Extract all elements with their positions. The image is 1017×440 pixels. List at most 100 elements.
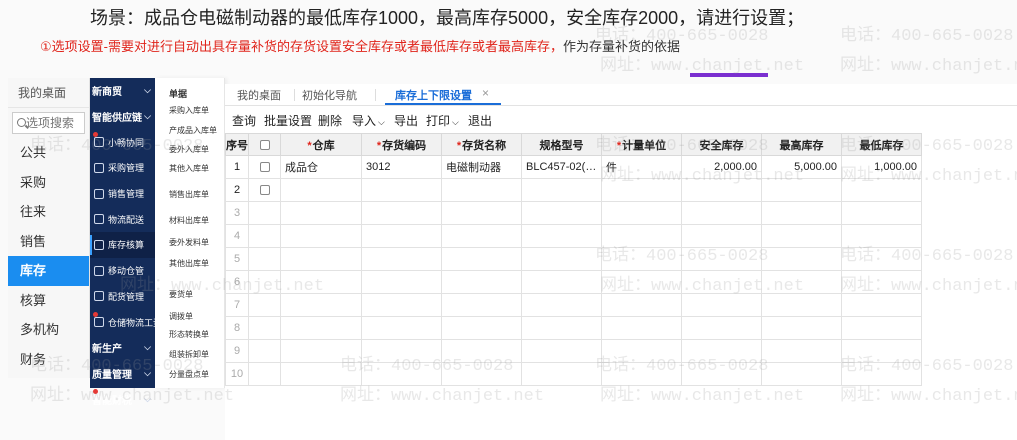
- sidebar-item[interactable]: 财务: [8, 345, 89, 375]
- cell-spec[interactable]: [521, 201, 602, 225]
- cell-code[interactable]: [361, 339, 442, 363]
- table-row[interactable]: 7: [225, 293, 922, 317]
- cell-spec[interactable]: BLC457-02(…: [521, 155, 602, 179]
- cell-name[interactable]: [441, 362, 522, 386]
- cell-code[interactable]: [361, 247, 442, 271]
- module-menu-item[interactable]: 智能供应链 ⌵: [90, 104, 155, 130]
- cell-min[interactable]: [841, 247, 922, 271]
- sidebar-item[interactable]: 多机构: [8, 315, 89, 345]
- cell-safety[interactable]: [681, 247, 762, 271]
- row-checkbox-cell[interactable]: [248, 178, 281, 202]
- batch-set-button[interactable]: 批量设置: [264, 112, 312, 129]
- sidebar-item[interactable]: 核算: [8, 286, 89, 316]
- cell-code[interactable]: [361, 316, 442, 340]
- module-menu-item[interactable]: 新商贸 ⌵: [90, 78, 155, 104]
- row-checkbox[interactable]: [259, 162, 270, 173]
- cell-min[interactable]: [841, 316, 922, 340]
- module-menu-item[interactable]: 质量管理 ⌵: [90, 361, 155, 387]
- print-button[interactable]: 打印 ⌵: [426, 112, 459, 129]
- exit-button[interactable]: 退出: [468, 112, 492, 129]
- cell-spec[interactable]: [521, 224, 602, 248]
- cell-name[interactable]: [441, 224, 522, 248]
- cell-warehouse[interactable]: [280, 201, 362, 225]
- cell-warehouse[interactable]: [280, 178, 362, 202]
- row-checkbox-cell[interactable]: [248, 270, 281, 294]
- sidebar-item[interactable]: 往来: [8, 197, 89, 227]
- sidebar-desk[interactable]: 我的桌面: [8, 78, 89, 108]
- cell-code[interactable]: [361, 178, 442, 202]
- module-menu-item[interactable]: 采购管理: [90, 155, 155, 181]
- cell-safety[interactable]: [681, 293, 762, 317]
- cell-name[interactable]: [441, 293, 522, 317]
- cell-unit[interactable]: [601, 316, 682, 340]
- cell-name[interactable]: [441, 339, 522, 363]
- cell-code[interactable]: 3012: [361, 155, 442, 179]
- table-row[interactable]: 6: [225, 270, 922, 294]
- row-checkbox-cell[interactable]: [248, 201, 281, 225]
- cell-min[interactable]: [841, 362, 922, 386]
- cell-spec[interactable]: [521, 339, 602, 363]
- cell-safety[interactable]: [681, 224, 762, 248]
- cell-name[interactable]: [441, 247, 522, 271]
- table-row[interactable]: 8: [225, 316, 922, 340]
- cell-name[interactable]: 电磁制动器: [441, 155, 522, 179]
- row-checkbox-cell[interactable]: [248, 293, 281, 317]
- row-checkbox[interactable]: [259, 185, 270, 196]
- delete-button[interactable]: 删除: [318, 112, 342, 129]
- submenu-item[interactable]: 要货单: [169, 289, 193, 300]
- cell-spec[interactable]: [521, 270, 602, 294]
- cell-unit[interactable]: [601, 293, 682, 317]
- cell-spec[interactable]: [521, 362, 602, 386]
- cell-unit[interactable]: [601, 178, 682, 202]
- table-row[interactable]: 3: [225, 201, 922, 225]
- row-checkbox-cell[interactable]: [248, 362, 281, 386]
- row-checkbox-cell[interactable]: [248, 224, 281, 248]
- cell-unit[interactable]: [601, 201, 682, 225]
- tab-desk[interactable]: 我的桌面: [237, 87, 281, 103]
- cell-warehouse[interactable]: 成品仓: [280, 155, 362, 179]
- sidebar-item[interactable]: 库存: [8, 256, 89, 286]
- cell-safety[interactable]: 2,000.00: [681, 155, 762, 179]
- cell-max[interactable]: [761, 247, 842, 271]
- module-menu-item[interactable]: 配货管理: [90, 284, 155, 310]
- cell-min[interactable]: [841, 224, 922, 248]
- cell-code[interactable]: [361, 293, 442, 317]
- table-row[interactable]: 4: [225, 224, 922, 248]
- module-menu-item[interactable]: 移动仓管: [90, 258, 155, 284]
- cell-unit[interactable]: [601, 362, 682, 386]
- cell-min[interactable]: [841, 178, 922, 202]
- submenu-item[interactable]: 委外入库单: [169, 144, 209, 155]
- submenu-item[interactable]: 其他入库单: [169, 163, 209, 174]
- cell-min[interactable]: 1,000.00: [841, 155, 922, 179]
- cell-safety[interactable]: [681, 316, 762, 340]
- export-button[interactable]: 导出: [394, 112, 418, 129]
- tab-stock-limit[interactable]: 库存上下限设置: [395, 87, 472, 103]
- submenu-item[interactable]: 销售出库单: [169, 189, 209, 200]
- cell-name[interactable]: [441, 201, 522, 225]
- module-menu-item[interactable]: 小畅协同: [90, 129, 155, 155]
- submenu-item[interactable]: 形态转换单: [169, 329, 209, 340]
- cell-name[interactable]: [441, 270, 522, 294]
- row-checkbox-cell[interactable]: [248, 339, 281, 363]
- cell-code[interactable]: [361, 270, 442, 294]
- sidebar-item[interactable]: 采购: [8, 168, 89, 198]
- cell-max[interactable]: [761, 339, 842, 363]
- tab-init-nav[interactable]: 初始化导航: [302, 87, 357, 103]
- cell-safety[interactable]: [681, 201, 762, 225]
- cell-warehouse[interactable]: [280, 362, 362, 386]
- table-row[interactable]: 9: [225, 339, 922, 363]
- table-row[interactable]: 2: [225, 178, 922, 202]
- cell-spec[interactable]: [521, 178, 602, 202]
- sidebar-item[interactable]: 公共: [8, 138, 89, 168]
- cell-min[interactable]: [841, 270, 922, 294]
- import-button[interactable]: 导入 ⌵: [352, 112, 385, 129]
- cell-warehouse[interactable]: [280, 339, 362, 363]
- submenu-item[interactable]: 采购入库单: [169, 105, 209, 116]
- search-input[interactable]: [26, 116, 84, 130]
- cell-warehouse[interactable]: [280, 224, 362, 248]
- cell-unit[interactable]: [601, 224, 682, 248]
- cell-unit[interactable]: [601, 270, 682, 294]
- cell-name[interactable]: [441, 316, 522, 340]
- submenu-item[interactable]: 分量盘点单: [169, 369, 209, 380]
- cell-code[interactable]: [361, 224, 442, 248]
